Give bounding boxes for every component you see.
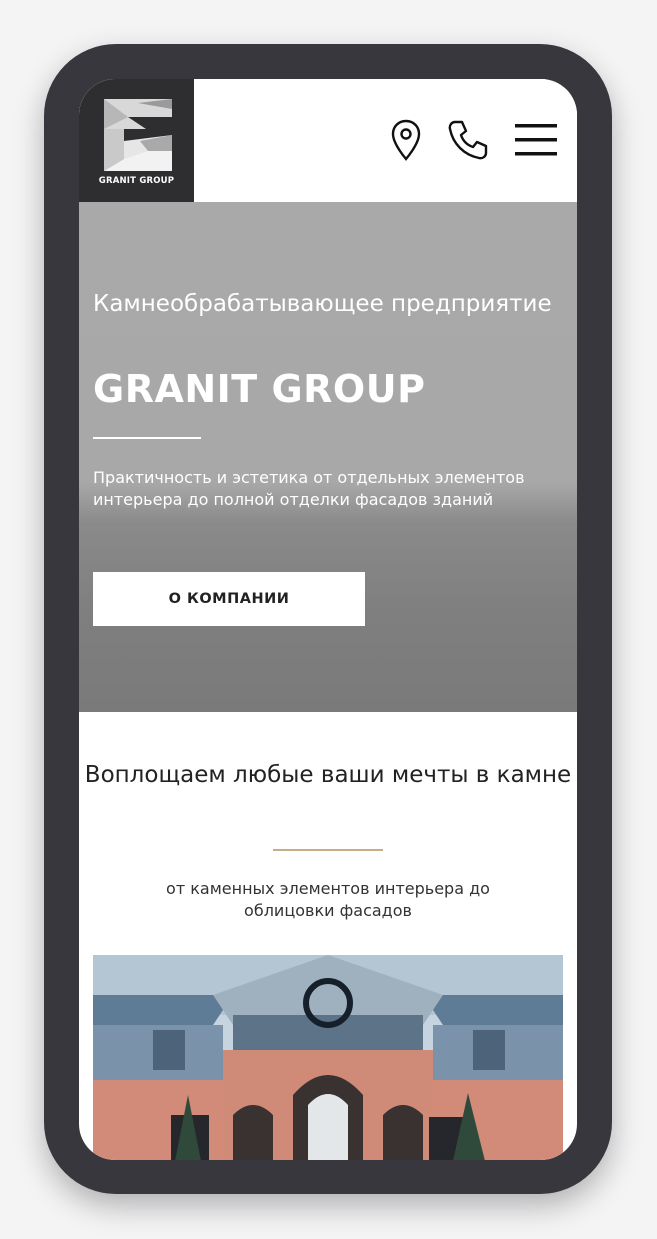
about-company-button[interactable]: О КОМПАНИИ xyxy=(93,572,365,626)
section-divider xyxy=(273,849,383,851)
hero-banner: Камнеобрабатывающее предприятие GRANIT G… xyxy=(79,202,577,712)
location-pin-icon[interactable] xyxy=(390,119,422,161)
phone-icon[interactable] xyxy=(447,119,489,161)
site-header: GRANIT GROUP xyxy=(79,79,577,202)
hamburger-menu-icon[interactable] xyxy=(515,122,557,158)
logo[interactable]: GRANIT GROUP xyxy=(79,79,194,202)
hero-title: GRANIT GROUP xyxy=(93,367,426,411)
building-facade-photo xyxy=(93,955,563,1160)
section-title: Воплощаем любые ваши мечты в камне xyxy=(84,762,572,788)
section-subtitle: от каменных элементов интерьера до облиц… xyxy=(166,879,490,920)
hero-divider xyxy=(93,437,201,439)
hero-subtitle: Камнеобрабатывающее предприятие xyxy=(93,291,552,317)
granit-logo-icon xyxy=(104,99,172,171)
hero-description: Практичность и эстетика от отдельных эле… xyxy=(93,468,525,509)
logo-text: GRANIT GROUP xyxy=(98,176,175,186)
phone-screen: GRANIT GROUP Камнеобрабатывающее предпри… xyxy=(79,79,577,1160)
